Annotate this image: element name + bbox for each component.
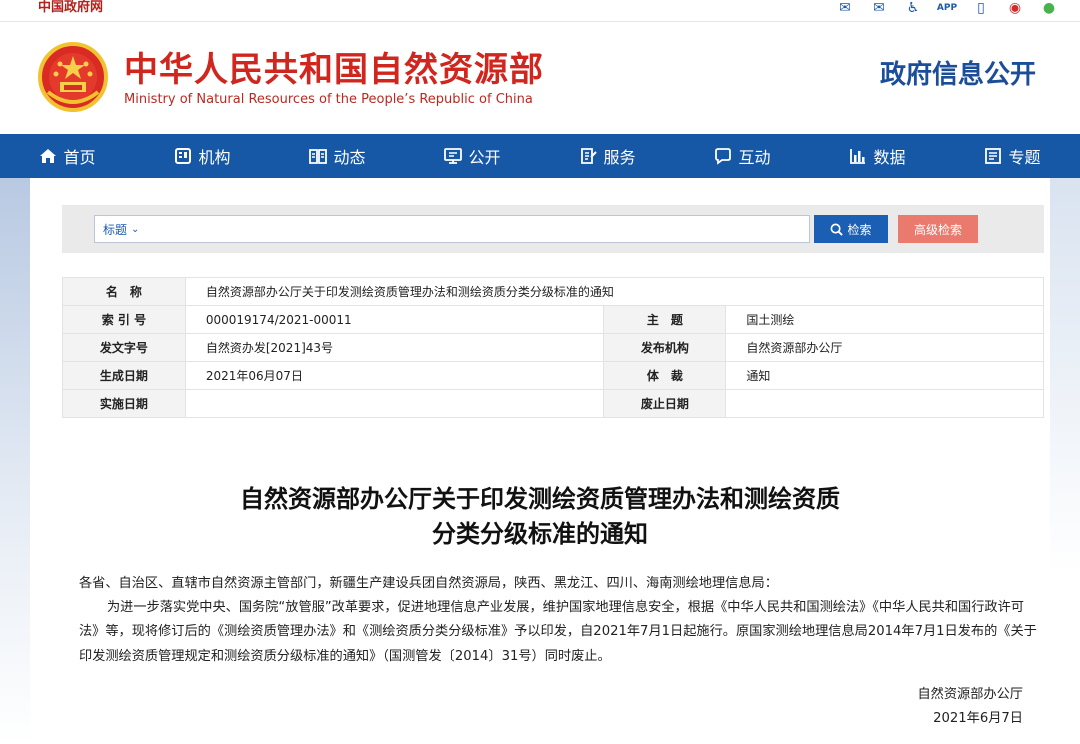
right-gradient-edge <box>1050 178 1080 744</box>
search-button[interactable]: 检索 <box>814 215 888 243</box>
left-gradient-edge <box>0 178 30 744</box>
table-row: 实施日期 废止日期 <box>62 389 1044 418</box>
publisher-value: 自然资源部办公厅 <box>725 333 1044 362</box>
created-value: 2021年06月07日 <box>184 361 605 390</box>
nav-item-org[interactable]: 机构 <box>135 134 270 178</box>
table-row: 名 称 自然资源部办公厅关于印发测绘资质管理办法和测绘资质分类分级标准的通知 <box>62 277 1045 306</box>
name-label: 名 称 <box>62 277 186 306</box>
search-bar: 标题 ⌄ 检索 高级检索 <box>62 205 1044 253</box>
section-title: 政府信息公开 <box>879 60 1036 90</box>
nav-item-interact[interactable]: 互动 <box>675 134 810 178</box>
news-icon <box>309 149 328 164</box>
chevron-down-icon: ⌄ <box>131 223 140 235</box>
wechat-icon[interactable]: ● <box>1032 0 1066 18</box>
genre-value: 通知 <box>725 361 1044 390</box>
nav-item-topic[interactable]: 专题 <box>945 134 1080 178</box>
article-signature: 自然资源部办公厅 2021年6月7日 <box>918 683 1024 731</box>
expired-value <box>725 389 1044 418</box>
site-title-english: Ministry of Natural Resources of the Peo… <box>124 92 533 107</box>
index-value: 000019174/2021-00011 <box>184 305 605 334</box>
nav-label: 公开 <box>468 148 501 167</box>
docno-value: 自然资办发[2021]43号 <box>184 333 605 362</box>
article-signer: 自然资源部办公厅 <box>917 687 1024 702</box>
article-title-line1: 自然资源部办公厅关于印发测绘资质管理办法和测绘资质 <box>240 485 840 513</box>
effective-value <box>184 389 605 418</box>
public-icon <box>444 148 463 164</box>
nav-label: 数据 <box>873 148 906 167</box>
table-row: 索 引 号 000019174/2021-00011 主 题 国土测绘 <box>62 305 1044 334</box>
publisher-label: 发布机构 <box>603 333 727 362</box>
document-info-table: 名 称 自然资源部办公厅关于印发测绘资质管理办法和测绘资质分类分级标准的通知 索… <box>62 277 1045 418</box>
nav-label: 服务 <box>603 148 636 167</box>
service-icon <box>581 148 598 164</box>
nav-label: 互动 <box>738 148 771 167</box>
app-icon[interactable]: APP <box>930 0 964 18</box>
nav-label: 专题 <box>1008 148 1041 167</box>
search-button-label: 检索 <box>847 222 872 237</box>
nav-label: 首页 <box>63 148 96 167</box>
mobile-icon[interactable]: ▯ <box>964 0 998 18</box>
table-row: 发文字号 自然资办发[2021]43号 发布机构 自然资源部办公厅 <box>62 333 1044 362</box>
index-label: 索 引 号 <box>62 305 186 334</box>
national-emblem-icon <box>38 42 108 112</box>
name-value: 自然资源部办公厅关于印发测绘资质管理办法和测绘资质分类分级标准的通知 <box>184 277 1045 306</box>
site-header: 中华人民共和国自然资源部 Ministry of Natural Resourc… <box>0 22 1080 134</box>
created-label: 生成日期 <box>62 361 186 390</box>
mail-icon[interactable]: ✉ <box>828 0 862 18</box>
docno-label: 发文字号 <box>62 333 186 362</box>
org-icon <box>175 148 192 164</box>
top-bar: 中国政府网 ✉ ✉ ♿ APP ▯ ◉ ● <box>0 0 1080 22</box>
search-icon <box>831 223 844 236</box>
article-body: 各省、自治区、直辖市自然资源主管部门，新疆生产建设兵团自然资源局，陕西、黑龙江、… <box>79 572 1043 669</box>
article-date: 2021年6月7日 <box>933 711 1023 726</box>
chat-icon <box>715 148 732 165</box>
article-title: 自然资源部办公厅关于印发测绘资质管理办法和测绘资质 分类分级标准的通知 <box>90 482 990 552</box>
nav-item-news[interactable]: 动态 <box>270 134 405 178</box>
main-nav: 首页 机构 动态 公开 服务 互动 数据 专题 <box>0 134 1080 178</box>
search-input[interactable] <box>149 217 809 241</box>
site-title: 中华人民共和国自然资源部 <box>124 50 544 90</box>
subject-value: 国土测绘 <box>725 305 1044 334</box>
subject-label: 主 题 <box>603 305 727 334</box>
search-scope-label: 标题 <box>103 222 128 237</box>
search-field: 标题 ⌄ <box>94 215 810 243</box>
topic-icon <box>985 148 1002 164</box>
effective-label: 实施日期 <box>62 389 186 418</box>
expired-label: 废止日期 <box>603 389 727 418</box>
advanced-search-button[interactable]: 高级检索 <box>898 215 978 243</box>
nav-item-data[interactable]: 数据 <box>810 134 945 178</box>
top-icon-group: ✉ ✉ ♿ APP ▯ ◉ ● <box>828 0 1066 18</box>
home-icon <box>40 149 57 163</box>
accessibility-icon[interactable]: ♿ <box>896 0 930 18</box>
nav-item-public[interactable]: 公开 <box>405 134 540 178</box>
table-row: 生成日期 2021年06月07日 体 裁 通知 <box>62 361 1044 390</box>
article-salutation: 各省、自治区、直辖市自然资源主管部门，新疆生产建设兵团自然资源局，陕西、黑龙江、… <box>79 576 778 591</box>
article-title-line2: 分类分级标准的通知 <box>432 520 648 548</box>
nav-label: 机构 <box>198 148 231 167</box>
mail-alt-icon[interactable]: ✉ <box>862 0 896 18</box>
gov-portal-link[interactable]: 中国政府网 <box>38 0 103 16</box>
nav-item-service[interactable]: 服务 <box>540 134 675 178</box>
nav-item-home[interactable]: 首页 <box>0 134 135 178</box>
genre-label: 体 裁 <box>603 361 727 390</box>
nav-label: 动态 <box>333 148 366 167</box>
article-paragraph: 为进一步落实党中央、国务院“放管服”改革要求，促进地理信息产业发展，维护国家地理… <box>79 600 1037 664</box>
chart-icon <box>850 149 866 164</box>
weibo-icon[interactable]: ◉ <box>998 0 1032 18</box>
search-scope-select[interactable]: 标题 ⌄ <box>103 221 139 238</box>
